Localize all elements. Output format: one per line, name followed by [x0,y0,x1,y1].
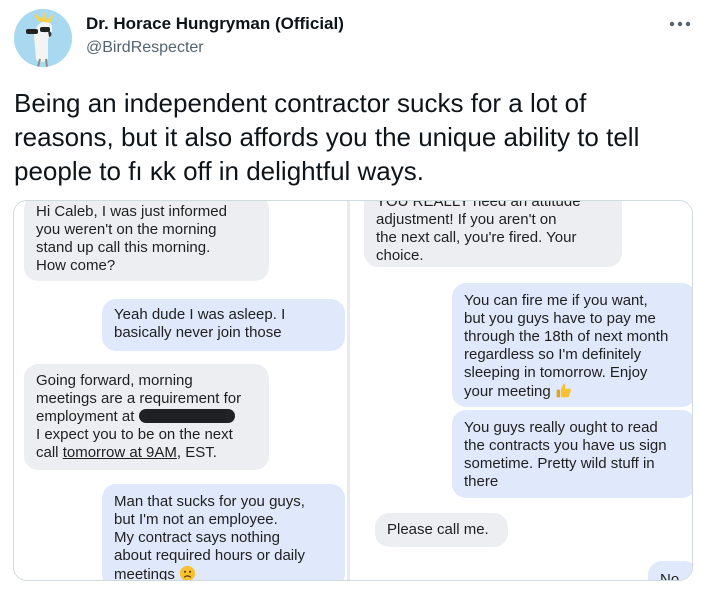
message-line: but I'm not an employee. [114,511,278,528]
message-line: You can fire me if you want, [464,292,648,309]
cockatoo-avatar-icon [14,9,72,67]
tweet-text-line: Being an independent contractor sucks fo… [14,88,587,118]
message-line: about required hours or daily [114,547,305,564]
thumbs-up-emoji-icon [556,383,571,398]
message-line: regardless so I'm definitely [464,346,642,363]
message-outgoing: Yeah dude I was asleep. I basically neve… [102,299,345,351]
message-line: basically never join those [114,324,282,341]
message-line: choice. [376,247,424,264]
message-line: You guys really ought to read [464,419,658,436]
message-line: call tomorrow at 9AM, EST. [36,444,217,461]
message-line: Man that sucks for you guys, [114,493,305,510]
message-incoming: Hi Caleb, I was just informed you weren'… [24,201,269,281]
message-outgoing: You guys really ought to read the contra… [452,410,692,498]
avatar[interactable] [14,9,72,67]
underlined-time-link[interactable]: tomorrow at 9AM [63,444,177,461]
tweet-text: Being an independent contractor sucks fo… [14,86,694,188]
message-line: but you guys have to pay me [464,310,656,327]
message-line: the contracts you have us sign [464,437,667,454]
message-line: the next call, you're fired. Your [376,229,577,246]
chat-screenshot-left: Hi Caleb, I was just informed you weren'… [14,201,347,580]
message-line: Going forward, morning [36,372,193,389]
message-line: there [464,473,499,490]
message-line: My contract says nothing [114,529,280,546]
tweet-text-line: reasons, but it also affords you the uni… [14,122,640,152]
tweet-media-image[interactable]: Hi Caleb, I was just informed you weren'… [13,200,693,581]
message-line: Hi Caleb, I was just informed [36,203,227,220]
tweet-text-line: people to fı ĸk off in delightful ways. [14,156,424,186]
message-line: employment at [36,408,257,426]
message-incoming: Going forward, morning meetings are a re… [24,364,269,470]
message-line: YOU REALLY need an attitude [376,201,581,210]
message-line: How come? [36,257,116,274]
message-line: through the 18th of next month [464,328,669,345]
message-outgoing: You can fire me if you want, but you guy… [452,283,692,407]
author-handle[interactable]: @BirdRespecter [86,39,204,57]
message-line: I expect you to be on the next [36,426,233,443]
more-horizontal-icon[interactable] [667,14,693,34]
message-outgoing: Man that sucks for you guys, but I'm not… [102,484,345,580]
message-incoming: YOU REALLY need an attitude adjustment! … [364,201,622,267]
message-outgoing: No [648,561,692,581]
message-line: meetings [114,565,333,580]
frowning-face-emoji-icon [179,565,196,580]
message-line: meetings are a requirement for [36,390,242,407]
message-line: your meeting [464,382,684,401]
chat-screenshot-right: YOU REALLY need an attitude adjustment! … [350,201,692,581]
message-line: sometime. Pretty wild stuff in [464,455,655,472]
message-line: you weren't on the morning [36,221,217,238]
message-line: sleeping in tomorrow. Enjoy [464,364,648,381]
redacted-company-name [138,409,235,423]
author-display-name[interactable]: Dr. Horace Hungryman (Official) [86,14,344,34]
message-line: adjustment! If you aren't on [376,211,557,228]
message-line: Yeah dude I was asleep. I [114,306,286,323]
message-line: stand up call this morning. [36,239,211,256]
message-incoming: Please call me. [375,513,508,547]
message-line: Please call me. [387,521,489,538]
message-line: No [660,571,680,581]
